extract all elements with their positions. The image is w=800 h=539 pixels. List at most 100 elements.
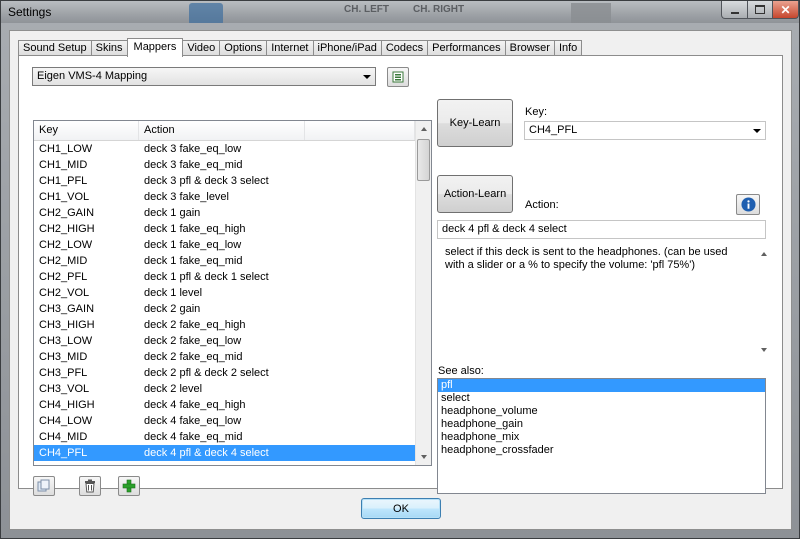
ok-button[interactable]: OK — [361, 498, 441, 519]
title-bar[interactable]: Settings CH. LEFT CH. RIGHT ✕ — [1, 1, 799, 23]
add-mapping-button[interactable] — [118, 476, 140, 496]
description-scrollbar[interactable] — [758, 242, 770, 362]
row-key: CH3_VOL — [39, 383, 90, 395]
row-key: CH1_LOW — [39, 143, 93, 155]
see-also-list[interactable]: pfl select headphone_volume headphone_gain h… — [437, 378, 766, 494]
add-icon — [122, 479, 136, 493]
close-button[interactable]: ✕ — [772, 1, 799, 19]
tab-info[interactable]: Info — [553, 40, 583, 56]
dialog-client: Sound Setup Skins Mappers Video Options … — [9, 30, 792, 530]
row-action: deck 1 gain — [144, 207, 201, 219]
table-row[interactable]: CH1_VOL deck 3 fake_level — [34, 189, 415, 205]
table-row[interactable]: CH3_HIGH deck 2 fake_eq_high — [34, 317, 415, 333]
tab-video[interactable]: Video — [182, 40, 221, 56]
table-row[interactable]: CH1_LOW deck 3 fake_eq_low — [34, 141, 415, 157]
table-row[interactable]: CH2_PFL deck 1 pfl & deck 1 select — [34, 269, 415, 285]
row-action: deck 4 fake_eq_high — [144, 399, 246, 411]
table-row[interactable]: CH1_PFL deck 3 pfl & deck 3 select — [34, 173, 415, 189]
row-action: deck 4 pfl & deck 4 select — [144, 447, 269, 459]
row-key: CH2_PFL — [39, 271, 88, 283]
mapping-options-button[interactable] — [387, 67, 409, 87]
list-item[interactable]: headphone_mix — [438, 431, 765, 444]
copy-icon — [37, 479, 50, 492]
row-action: deck 3 fake_level — [144, 191, 229, 203]
row-key: CH4_HIGH — [39, 399, 95, 411]
tab-skins[interactable]: Skins — [90, 40, 128, 56]
table-row[interactable]: CH4_HIGH deck 4 fake_eq_high — [34, 397, 415, 413]
tab-codecs[interactable]: Codecs — [380, 40, 429, 56]
row-key: CH3_GAIN — [39, 303, 95, 315]
background-app-glimpse-2 — [571, 3, 611, 23]
list-item[interactable]: pfl — [438, 379, 765, 392]
copy-mapping-button[interactable] — [33, 476, 55, 496]
action-learn-button[interactable]: Action-Learn — [437, 175, 513, 213]
table-row[interactable]: CH4_MID deck 4 fake_eq_mid — [34, 429, 415, 445]
row-action: deck 2 gain — [144, 303, 201, 315]
scroll-down-button[interactable] — [417, 450, 430, 464]
chevron-down-icon — [753, 129, 761, 133]
tab-mappers[interactable]: Mappers — [126, 38, 184, 57]
delete-mapping-button[interactable] — [79, 476, 101, 496]
table-row[interactable]: CH3_MID deck 2 fake_eq_mid — [34, 349, 415, 365]
table-row[interactable]: CH3_LOW deck 2 fake_eq_low — [34, 333, 415, 349]
list-item[interactable]: select — [438, 392, 765, 405]
table-row[interactable]: CH2_VOL deck 1 level — [34, 285, 415, 301]
background-app-glimpse — [189, 3, 223, 23]
table-row[interactable]: CH1_MID deck 3 fake_eq_mid — [34, 157, 415, 173]
key-learn-button[interactable]: Key-Learn — [437, 99, 513, 147]
row-key: CH3_HIGH — [39, 319, 95, 331]
scroll-thumb[interactable] — [417, 139, 430, 181]
mapping-select[interactable]: Eigen VMS-4 Mapping — [32, 67, 376, 86]
info-icon — [740, 197, 756, 212]
background-label-left: CH. LEFT — [344, 4, 389, 15]
row-key: CH2_MID — [39, 255, 88, 267]
column-header-key[interactable]: Key — [34, 121, 139, 140]
tab-sound-setup[interactable]: Sound Setup — [18, 40, 92, 56]
column-header-action[interactable]: Action — [139, 121, 305, 140]
list-header: Key Action — [34, 121, 415, 141]
scroll-up-button[interactable] — [417, 122, 430, 136]
table-row[interactable]: CH3_GAIN deck 2 gain — [34, 301, 415, 317]
row-key: CH2_GAIN — [39, 207, 95, 219]
chevron-down-icon — [363, 75, 371, 79]
action-input-value: deck 4 pfl & deck 4 select — [442, 223, 567, 235]
table-row[interactable]: CH2_GAIN deck 1 gain — [34, 205, 415, 221]
row-key: CH3_MID — [39, 351, 88, 363]
minimize-icon — [730, 11, 739, 14]
arrow-up-icon — [420, 127, 427, 131]
table-row[interactable]: CH4_PFL deck 4 pfl & deck 4 select — [34, 445, 415, 461]
action-info-button[interactable] — [736, 194, 760, 215]
row-action: deck 1 fake_eq_high — [144, 223, 246, 235]
list-scrollbar[interactable] — [415, 121, 431, 465]
action-description: select if this deck is sent to the headp… — [439, 242, 770, 362]
trash-icon — [85, 479, 95, 493]
minimize-button[interactable] — [721, 1, 748, 19]
table-row[interactable]: CH4_LOW deck 4 fake_eq_low — [34, 413, 415, 429]
tab-browser[interactable]: Browser — [504, 40, 555, 56]
table-row[interactable]: CH2_LOW deck 1 fake_eq_low — [34, 237, 415, 253]
tab-options[interactable]: Options — [219, 40, 268, 56]
tab-strip: Sound Setup Skins Mappers Video Options … — [18, 38, 583, 57]
row-key: CH3_PFL — [39, 367, 88, 379]
list-item[interactable]: headphone_gain — [438, 418, 765, 431]
list-item[interactable]: headphone_volume — [438, 405, 765, 418]
close-icon: ✕ — [780, 2, 791, 17]
tab-performances[interactable]: Performances — [427, 40, 506, 56]
maximize-button[interactable] — [747, 1, 773, 19]
row-key: CH2_LOW — [39, 239, 93, 251]
table-row[interactable]: CH2_HIGH deck 1 fake_eq_high — [34, 221, 415, 237]
list-item[interactable]: headphone_crossfader — [438, 444, 765, 457]
mapping-list[interactable]: Key Action CH1_LOW deck 3 fake_eq_low CH1_… — [33, 120, 432, 466]
row-action: deck 1 fake_eq_low — [144, 239, 242, 251]
table-row[interactable]: CH3_PFL deck 2 pfl & deck 2 select — [34, 365, 415, 381]
table-row[interactable]: CH3_VOL deck 2 level — [34, 381, 415, 397]
action-input[interactable]: deck 4 pfl & deck 4 select — [437, 220, 766, 239]
tab-internet[interactable]: Internet — [266, 40, 314, 56]
row-action: deck 2 fake_eq_low — [144, 335, 242, 347]
mappers-panel: Eigen VMS-4 Mapping Key Action CH1_LOW d… — [18, 55, 783, 496]
tab-iphone-ipad[interactable]: iPhone/iPad — [312, 40, 382, 56]
table-row[interactable]: CH2_MID deck 1 fake_eq_mid — [34, 253, 415, 269]
key-select[interactable]: CH4_PFL — [524, 121, 766, 140]
row-action: deck 2 fake_eq_high — [144, 319, 246, 331]
arrow-up-icon — [761, 252, 767, 256]
